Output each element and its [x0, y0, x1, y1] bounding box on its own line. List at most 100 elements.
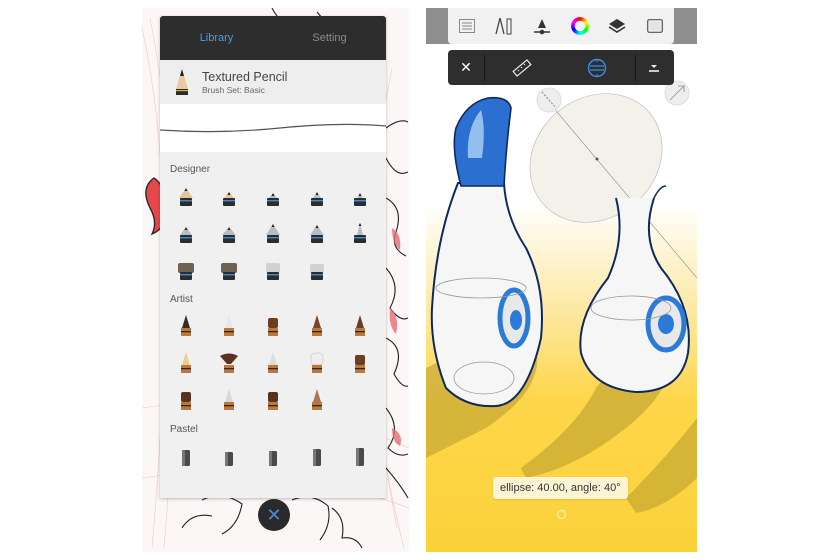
- brush-item[interactable]: [208, 348, 252, 375]
- brush-item[interactable]: [208, 385, 252, 412]
- main-toolbar: [448, 8, 674, 44]
- bottle-sketch-canvas[interactable]: [426, 8, 697, 552]
- brush-item[interactable]: [164, 441, 208, 468]
- current-brush-name: Textured Pencil: [202, 69, 288, 84]
- current-brush-set: Brush Set: Basic: [202, 84, 265, 95]
- stroke-preview: [159, 104, 387, 152]
- brush-item[interactable]: [251, 441, 295, 468]
- brush-item[interactable]: [338, 348, 382, 375]
- brush-item[interactable]: [251, 218, 295, 245]
- fine-liner-icon: [266, 193, 279, 206]
- layers-icon: [609, 19, 626, 33]
- pointed-brush-icon: [355, 315, 366, 336]
- brush-item[interactable]: [251, 181, 295, 208]
- brush-item[interactable]: [295, 218, 339, 245]
- section-label: Artist: [170, 294, 193, 305]
- brush-item[interactable]: [338, 441, 382, 468]
- ellipse-guide-icon: [587, 58, 607, 77]
- brush-item[interactable]: [295, 181, 339, 208]
- chalk-icon: [312, 449, 321, 466]
- oil-pastel-icon: [268, 451, 277, 466]
- guide-menu-button[interactable]: [636, 50, 672, 85]
- ink-pen-icon: [179, 227, 192, 243]
- guides-ruler-icon: [495, 17, 512, 35]
- close-guide-button[interactable]: ✕: [448, 50, 484, 85]
- brush-item[interactable]: [208, 441, 252, 468]
- left-phone-screen: Library Setting Textured Pencil Brush Se…: [142, 8, 409, 552]
- round-airbrush-icon: [309, 264, 324, 280]
- ruler-guide-icon: [512, 58, 532, 77]
- blender-brush-icon: [311, 389, 322, 410]
- small-marker-icon: [354, 193, 367, 206]
- double-marker-icon: [265, 224, 280, 243]
- color-editor-button[interactable]: [568, 14, 592, 38]
- pencil-icon: [178, 188, 193, 206]
- brush-item[interactable]: [208, 181, 252, 208]
- tab-setting[interactable]: Setting: [273, 16, 386, 60]
- airbrush-icon: [265, 263, 280, 280]
- panel-tabs: Library Setting: [160, 16, 386, 60]
- brush-item[interactable]: [208, 311, 252, 338]
- brush-properties-button[interactable]: [530, 14, 554, 38]
- section-pastel: Pastel: [160, 412, 386, 468]
- ellipse-guide-button[interactable]: [559, 50, 635, 85]
- current-brush[interactable]: Textured Pencil Brush Set: Basic: [160, 60, 386, 104]
- fullscreen-button[interactable]: [643, 14, 667, 38]
- ellipse-readout: ellipse: 40.00, angle: 40°: [493, 477, 628, 499]
- brush-grid-pastel: [160, 441, 386, 468]
- brush-item[interactable]: [338, 181, 382, 208]
- ruler-guide-button[interactable]: [485, 50, 559, 85]
- brush-item[interactable]: [251, 348, 295, 375]
- brush-item[interactable]: [338, 218, 382, 245]
- brush-item[interactable]: [251, 255, 295, 282]
- brush-item[interactable]: [295, 311, 339, 338]
- close-icon: ✕: [460, 59, 472, 75]
- brush-item[interactable]: [164, 218, 208, 245]
- close-icon: ✕: [266, 504, 282, 525]
- flat-brush-icon: [177, 263, 194, 280]
- brush-item[interactable]: [164, 348, 208, 375]
- brush-item[interactable]: [295, 348, 339, 375]
- section-label: Pastel: [170, 424, 198, 435]
- brush-item[interactable]: [251, 385, 295, 412]
- fullscreen-icon: [647, 19, 664, 33]
- brush-library-button[interactable]: [455, 14, 479, 38]
- brush-item[interactable]: [251, 311, 295, 338]
- angled-brush-icon: [224, 389, 235, 410]
- brush-item[interactable]: [164, 385, 208, 412]
- ballpoint-icon: [354, 223, 367, 243]
- fountain-pen-icon: [180, 352, 191, 373]
- brush-item[interactable]: [164, 255, 208, 282]
- technical-pen-icon: [310, 192, 323, 206]
- tab-library[interactable]: Library: [160, 16, 273, 60]
- brush-library-icon: [458, 19, 475, 33]
- brush-item[interactable]: [208, 218, 252, 245]
- brush-grid-designer: [160, 181, 386, 282]
- guide-pivot-handle[interactable]: [557, 510, 566, 519]
- brush-item[interactable]: [208, 255, 252, 282]
- brush-item[interactable]: [295, 255, 339, 282]
- fan-brush-icon: [220, 353, 239, 373]
- brush-item[interactable]: [295, 441, 339, 468]
- wedge-marker-icon: [309, 225, 324, 243]
- close-panel-button[interactable]: ✕: [258, 499, 290, 531]
- guides-button[interactable]: [492, 14, 516, 38]
- brush-item[interactable]: [164, 311, 208, 338]
- round-brush-icon: [311, 315, 322, 336]
- section-designer: Designer: [160, 152, 386, 282]
- brush-item[interactable]: [295, 385, 339, 412]
- chisel-marker-icon: [222, 227, 237, 243]
- right-phone-screen: ✕ ellipse: 40.00, angle: 40°: [426, 8, 697, 552]
- brush-item[interactable]: [338, 311, 382, 338]
- square-brush-icon: [221, 263, 238, 280]
- pastel-stick-icon: [181, 450, 190, 466]
- flat-nib-icon: [267, 318, 278, 336]
- graphite-pencil-icon: [224, 315, 235, 336]
- layers-button[interactable]: [605, 14, 629, 38]
- brush-item[interactable]: [164, 181, 208, 208]
- dry-brush-icon: [267, 392, 278, 410]
- bristle-brush-icon: [310, 352, 323, 373]
- brush-library-panel: Library Setting Textured Pencil Brush Se…: [159, 16, 387, 498]
- brush-grid-artist: [160, 311, 386, 412]
- ellipse-guide: [529, 80, 697, 279]
